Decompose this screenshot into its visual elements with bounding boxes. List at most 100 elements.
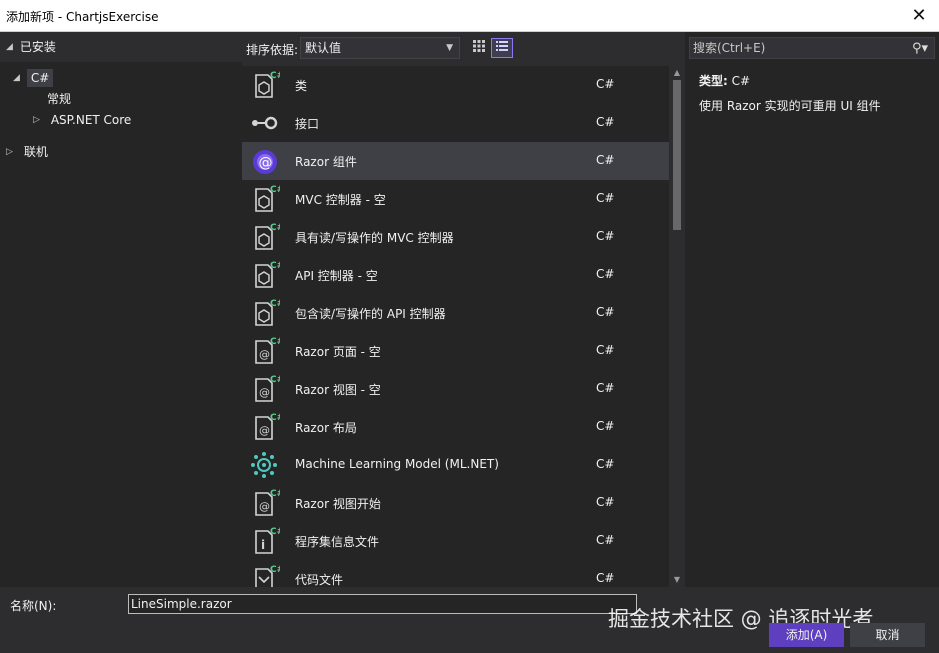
template-language: C# (596, 305, 615, 319)
controller-icon: C# (248, 221, 284, 253)
razor-component-icon: @ (248, 145, 280, 177)
template-language: C# (596, 533, 615, 547)
svg-text:C#: C# (270, 375, 280, 385)
type-value: C# (731, 74, 751, 88)
template-name: API 控制器 - 空 (295, 269, 378, 283)
template-item[interactable]: C# 类 C# (242, 66, 669, 104)
list-icon (496, 41, 508, 51)
close-icon[interactable]: ✕ (907, 4, 931, 28)
name-field[interactable] (128, 594, 637, 614)
tree-item-general[interactable]: 常规 (47, 89, 71, 109)
template-language: C# (596, 343, 615, 357)
type-line: 类型: C# (699, 72, 750, 89)
svg-text:C#: C# (270, 71, 280, 81)
scrollbar-thumb[interactable] (673, 80, 681, 230)
grid-view-button[interactable] (468, 38, 490, 58)
template-language: C# (596, 77, 615, 91)
interface-icon (248, 107, 280, 139)
window-title: 添加新项 - ChartjsExercise (6, 10, 159, 24)
template-list: C# 类 C# 接口C# @ Razor 组件 C# C# MVC 控制器 - 空 C# C# 具有读… (242, 66, 669, 587)
controller-icon: C# (248, 297, 284, 329)
ml-model-icon (248, 449, 280, 481)
template-language: C# (596, 419, 615, 433)
svg-text:@: @ (259, 424, 270, 437)
svg-text:C#: C# (270, 337, 280, 347)
template-item[interactable]: C# API 控制器 - 空 C# (242, 256, 669, 294)
template-language: C# (596, 457, 615, 471)
svg-text:@: @ (259, 348, 270, 361)
collapsed-triangle-icon[interactable]: ▷ (33, 110, 43, 130)
svg-text:@: @ (259, 500, 270, 513)
razor-page-icon: @C# (248, 373, 284, 405)
tree-item-online[interactable]: ▷ 联机 (6, 142, 48, 162)
razor-page-icon: @C# (248, 411, 284, 443)
template-language: C# (596, 153, 615, 167)
svg-text:C#: C# (270, 261, 280, 271)
title-bar: 添加新项 - ChartjsExercise ✕ (0, 0, 939, 32)
class-icon: C# (248, 69, 284, 101)
scroll-down-icon[interactable]: ▼ (669, 573, 685, 587)
template-language: C# (596, 381, 615, 395)
template-item[interactable]: i C# 程序集信息文件 C# (242, 522, 669, 560)
sort-label: 排序依据: (246, 43, 299, 57)
cancel-button[interactable]: 取消 (850, 623, 925, 647)
template-item[interactable]: @C#Razor 页面 - 空C# (242, 332, 669, 370)
template-item[interactable]: C# 代码文件 C# (242, 560, 669, 587)
tree-item-aspnet-core-label: ASP.NET Core (50, 113, 132, 127)
bottom-bar: 名称(N): 掘金技术社区 @ 追逐时光者 添加(A) 取消 (0, 587, 939, 653)
svg-text:C#: C# (270, 565, 280, 575)
template-item[interactable]: C# MVC 控制器 - 空 C# (242, 180, 669, 218)
template-language: C# (596, 229, 615, 243)
installed-header[interactable]: ◢ 已安装 (0, 32, 242, 62)
template-item[interactable]: @ Razor 组件 C# (242, 142, 669, 180)
expanded-triangle-icon[interactable]: ◢ (13, 68, 23, 88)
template-language: C# (596, 191, 615, 205)
svg-text:C#: C# (270, 413, 280, 423)
template-name: Machine Learning Model (ML.NET) (295, 457, 499, 471)
template-language: C# (596, 571, 615, 585)
search-input[interactable]: 搜索(Ctrl+E) ⚲▾ (689, 37, 935, 59)
template-item[interactable]: @C#Razor 布局C# (242, 408, 669, 446)
template-language: C# (596, 267, 615, 281)
code-file-icon: C# (248, 563, 284, 587)
template-name: 具有读/写操作的 MVC 控制器 (295, 231, 454, 245)
name-label: 名称(N): (10, 599, 57, 613)
tree-item-csharp-label: C# (26, 69, 54, 87)
svg-text:i: i (261, 538, 265, 552)
template-description: 使用 Razor 实现的可重用 UI 组件 (699, 99, 881, 113)
template-name: MVC 控制器 - 空 (295, 193, 386, 207)
svg-text:@: @ (259, 386, 270, 399)
svg-text:C#: C# (270, 185, 280, 195)
svg-text:@: @ (259, 155, 273, 171)
razor-page-icon: @C# (248, 335, 284, 367)
template-item[interactable]: 接口 C# (242, 104, 669, 142)
sort-dropdown-value: 默认值 (305, 41, 342, 55)
controller-icon: C# (248, 259, 284, 291)
template-item[interactable]: C# 具有读/写操作的 MVC 控制器 C# (242, 218, 669, 256)
template-name: 程序集信息文件 (295, 535, 380, 549)
collapsed-triangle-icon[interactable]: ▷ (6, 142, 16, 162)
sort-toolbar: 排序依据: 默认值 ▼ (242, 32, 685, 64)
expanded-triangle-icon[interactable]: ◢ (6, 37, 16, 57)
add-button[interactable]: 添加(A) (769, 623, 844, 647)
template-language: C# (596, 495, 615, 509)
template-list-scrollbar[interactable]: ▲ ▼ (669, 66, 685, 587)
sort-dropdown[interactable]: 默认值 ▼ (300, 37, 460, 59)
scroll-up-icon[interactable]: ▲ (669, 66, 685, 80)
razor-page-icon: @C# (248, 487, 284, 519)
template-name: 类 (295, 79, 308, 93)
template-name: 包含读/写操作的 API 控制器 (295, 307, 446, 321)
tree-item-aspnet-core[interactable]: ▷ ASP.NET Core (33, 110, 131, 130)
list-view-button[interactable] (491, 38, 513, 58)
template-item[interactable]: @C# Razor 视图开始 C# (242, 484, 669, 522)
assembly-info-icon: i C# (248, 525, 284, 557)
controller-icon: C# (248, 183, 284, 215)
template-name: 代码文件 (295, 573, 344, 587)
template-item[interactable]: @C#Razor 视图 - 空C# (242, 370, 669, 408)
template-item[interactable]: Machine Learning Model (ML.NET) C# (242, 446, 669, 484)
search-icon[interactable]: ⚲▾ (912, 39, 928, 59)
tree-item-csharp[interactable]: ◢ C# (13, 68, 54, 88)
template-name: Razor 组件 (295, 155, 357, 169)
template-name: Razor 视图开始 (295, 497, 381, 511)
template-item[interactable]: C# 包含读/写操作的 API 控制器 C# (242, 294, 669, 332)
